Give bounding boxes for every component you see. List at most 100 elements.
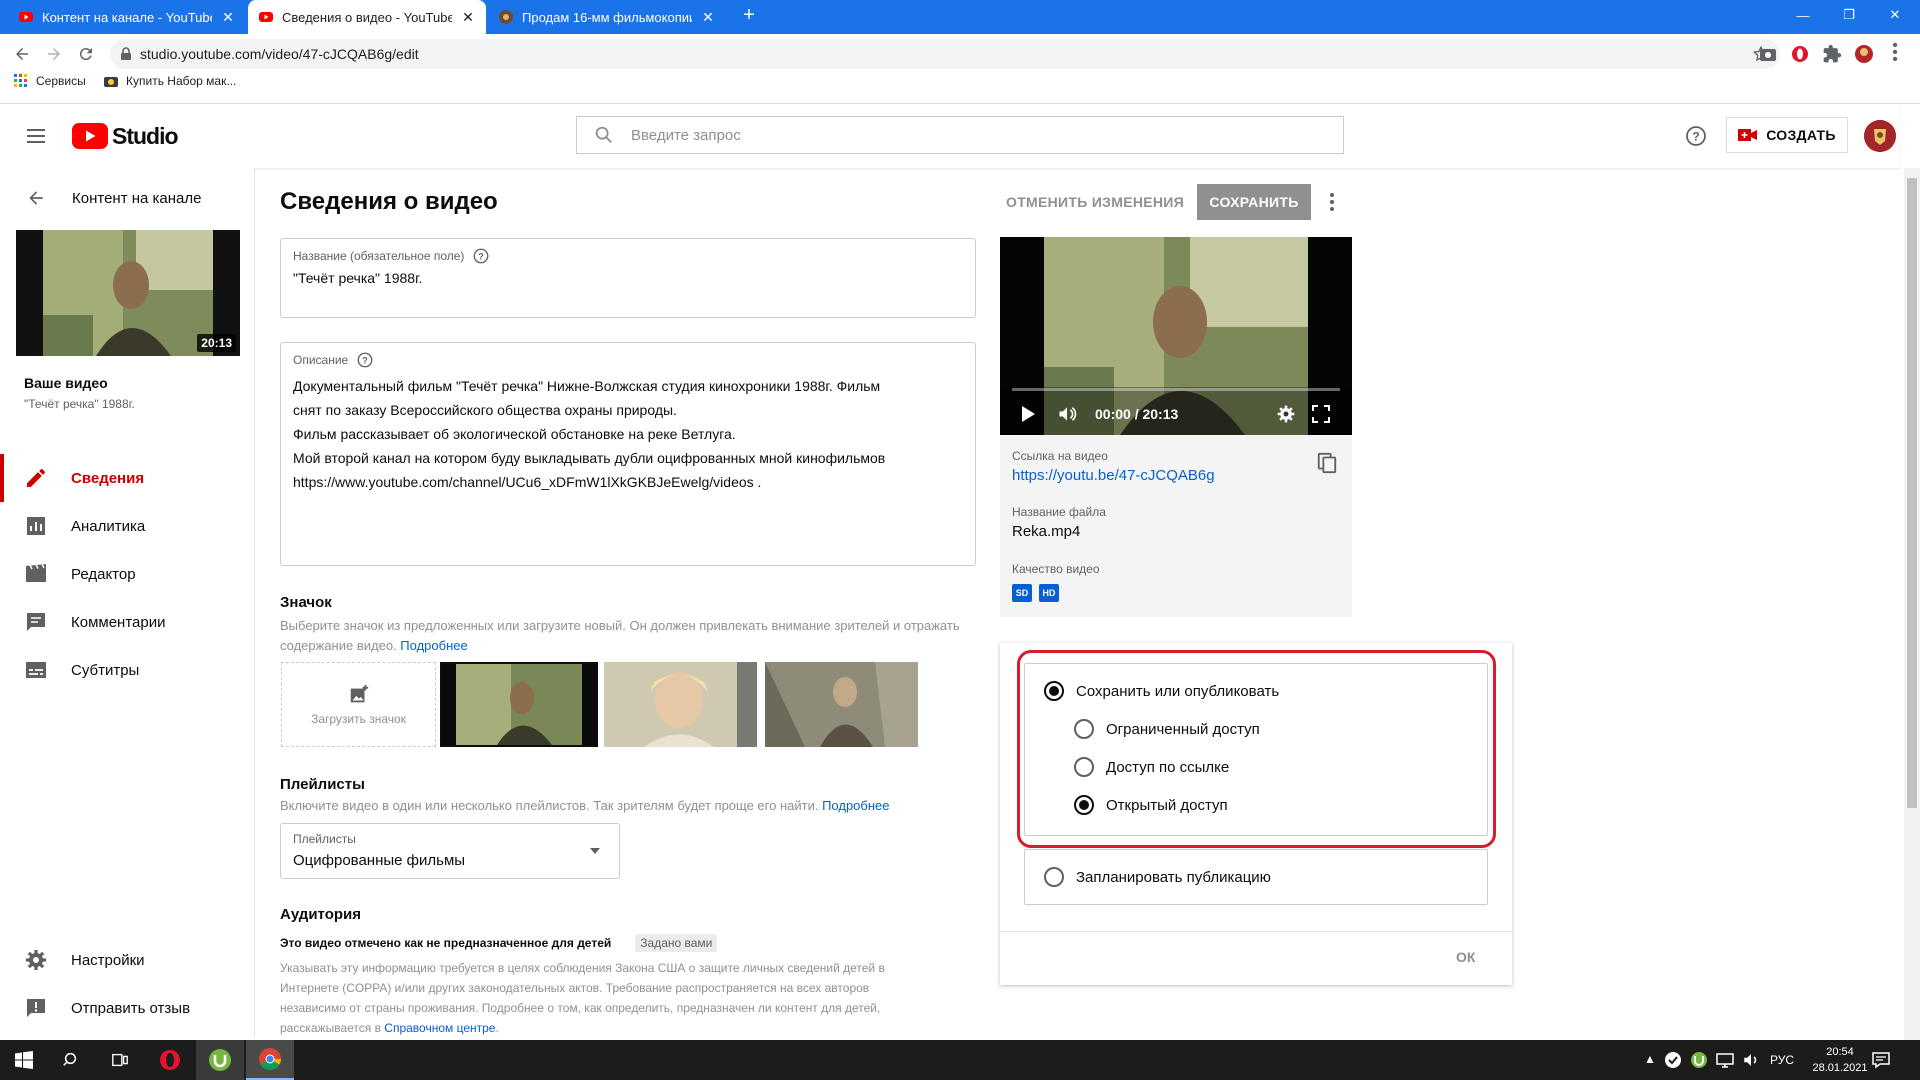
profile-avatar-icon[interactable] [1854,44,1874,64]
playlists-select-value: Оцифрованные фильмы [293,852,466,869]
avatar-crest-icon [1864,120,1896,152]
volume-icon[interactable] [1056,404,1078,424]
reload-icon[interactable] [72,40,100,68]
notifications-icon[interactable] [1872,1051,1890,1069]
svg-text:?: ? [479,251,485,261]
sidebar-item-subtitles[interactable]: Субтитры [0,646,254,694]
chrome-taskbar-icon[interactable] [246,1040,294,1080]
tray-security-icon[interactable] [1664,1051,1682,1069]
video-thumbnail-preview[interactable]: 20:13 [16,230,240,356]
sidebar-item-settings[interactable]: Настройки [0,936,254,984]
highlight-annotation [1017,650,1496,848]
sidebar-item-comments[interactable]: Комментарии [0,598,254,646]
opera-taskbar-icon[interactable] [146,1040,194,1080]
forward-icon[interactable] [40,40,68,68]
thumbnail-option-2[interactable] [604,662,757,747]
visibility-unlisted-option[interactable]: Доступ по ссылке [1074,757,1229,777]
close-window-icon[interactable]: ✕ [1872,0,1918,30]
playlists-more-link[interactable]: Подробнее [822,798,889,813]
tray-chevron-icon[interactable]: ▲ [1644,1052,1656,1066]
camera-extension-icon[interactable] [1758,44,1778,64]
description-line: Фильм рассказывает об экологической обст… [293,426,736,442]
sidebar-item-details[interactable]: Сведения [0,454,254,502]
progress-bar[interactable] [1012,388,1340,391]
audience-badge: Задано вами [635,934,718,952]
opera-extension-icon[interactable] [1790,44,1810,64]
tab-close-icon[interactable]: ✕ [460,9,476,26]
back-to-content-link[interactable]: Контент на канале [0,178,254,218]
account-avatar[interactable] [1864,120,1896,152]
save-publish-option[interactable]: Сохранить или опубликовать [1044,681,1279,701]
schedule-option[interactable]: Запланировать публикацию [1044,867,1271,887]
browser-tab-content[interactable]: Контент на канале - YouTube St ✕ [8,0,246,34]
create-button[interactable]: СОЗДАТЬ [1726,117,1848,153]
bookmark-label: Купить Набор мак... [126,74,237,88]
back-icon[interactable] [8,40,36,68]
tray-network-icon[interactable] [1716,1051,1734,1069]
radio-selected-icon [1044,681,1064,701]
thumbnail-desc-text: содержание видео. [280,638,397,653]
help-icon[interactable]: ? [1684,124,1708,148]
youtube-logo-icon [72,123,108,149]
page-scrollbar[interactable] [1904,168,1920,1040]
sidebar-item-editor[interactable]: Редактор [0,550,254,598]
help-circle-icon[interactable]: ? [356,351,374,369]
browser-toolbar: studio.youtube.com/video/47-cJCQAB6g/edi… [0,34,1920,104]
ok-button[interactable]: ОК [1456,949,1475,965]
audience-status: Это видео отмечено как не предназначенно… [280,936,612,950]
browser-tab-video-details[interactable]: Сведения о видео - YouTube St ✕ [248,0,486,34]
new-tab-button[interactable]: + [738,4,760,30]
browser-tab-forum[interactable]: Продам 16-мм фильмокопии и ✕ [488,0,726,34]
address-bar[interactable]: studio.youtube.com/video/47-cJCQAB6g/edi… [110,39,1780,69]
tray-clock[interactable]: 20:54 28.01.2021 [1810,1044,1870,1076]
tray-volume-icon[interactable] [1742,1051,1760,1069]
bookmark-apps[interactable]: Сервисы [14,74,86,88]
taskbar-search-icon[interactable] [48,1040,96,1080]
studio-logo[interactable]: Studio [72,122,179,150]
sidebar-item-analytics[interactable]: Аналитика [0,502,254,550]
description-label: Описание [293,353,349,367]
thumbnail-option-selected[interactable] [440,662,598,747]
tray-language[interactable]: РУС [1770,1053,1794,1067]
windows-start-icon[interactable] [0,1040,48,1080]
bookmark-shop[interactable]: Купить Набор мак... [104,74,236,88]
sidebar-item-label: Сведения [71,469,145,487]
more-options-icon[interactable] [1322,190,1342,214]
video-player[interactable]: 00:00 / 20:13 [1000,237,1352,435]
save-button[interactable]: СОХРАНИТЬ [1197,184,1311,220]
undo-changes-button[interactable]: ОТМЕНИТЬ ИЗМЕНЕНИЯ [1006,184,1184,220]
puzzle-extension-icon[interactable] [1822,44,1842,64]
video-link[interactable]: https://youtu.be/47-cJCQAB6g [1012,467,1215,484]
thumbnail-more-link[interactable]: Подробнее [400,638,467,653]
sd-badge: SD [1012,584,1032,602]
minimize-icon[interactable]: — [1780,0,1826,30]
settings-gear-icon[interactable] [1276,404,1296,424]
browser-menu-icon[interactable]: • • • [1892,38,1898,68]
play-icon[interactable] [1020,405,1036,423]
tray-torrent-icon[interactable] [1690,1051,1708,1069]
help-center-link[interactable]: Справочном центре [384,1021,495,1035]
task-view-icon[interactable] [96,1040,144,1080]
sidebar-item-feedback[interactable]: Отправить отзыв [0,984,254,1032]
visibility-public-option[interactable]: Открытый доступ [1074,795,1228,815]
utorrent-taskbar-icon[interactable] [196,1040,244,1080]
visibility-private-option[interactable]: Ограниченный доступ [1074,719,1260,739]
search-input[interactable]: Введите запрос [576,116,1344,154]
hamburger-menu-icon[interactable] [24,124,48,148]
audience-line: Интернете (COPPA) и/или других законодат… [280,981,870,995]
tab-close-icon[interactable]: ✕ [700,9,716,26]
sidebar-item-label: Аналитика [71,517,146,535]
scrollbar-thumb[interactable] [1907,178,1917,808]
fullscreen-icon[interactable] [1312,405,1330,423]
title-field[interactable]: Название (обязательное поле) ? "Течёт ре… [280,238,976,318]
copy-icon[interactable] [1316,451,1338,475]
description-field[interactable]: Описание ? Документальный фильм "Течёт р… [280,342,976,566]
tab-close-icon[interactable]: ✕ [220,9,236,26]
upload-thumbnail-button[interactable]: Загрузить значок [281,662,436,747]
thumbnail-option-3[interactable] [765,662,918,747]
add-photo-icon [350,684,368,702]
restore-icon[interactable]: ❐ [1826,0,1872,30]
playlists-select[interactable]: Плейлисты Оцифрованные фильмы [280,823,620,879]
description-text: Документальный фильм "Течёт речка" Нижне… [293,374,885,494]
help-circle-icon[interactable]: ? [472,247,490,265]
